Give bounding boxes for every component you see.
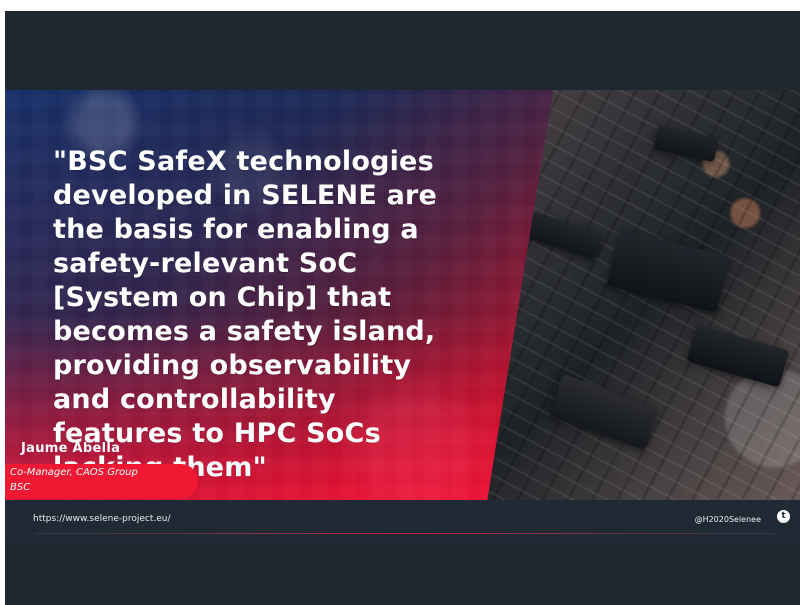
quote-slide: "BSC SafeX technologies developed in SEL… [5, 90, 800, 500]
circuit-chip [653, 125, 719, 163]
speaker-role-badge: Co-Manager, CAOS Group BSC [5, 464, 198, 498]
speaker-name: Jaume Abella [21, 441, 121, 456]
circuit-chip [606, 229, 731, 313]
slide-footer: https://www.selene-project.eu/ @H2020Sel… [5, 500, 800, 542]
circuit-chip [524, 211, 604, 260]
media-frame: "BSC SafeX technologies developed in SEL… [5, 11, 800, 605]
footer-divider [35, 533, 775, 534]
circuit-chip [548, 373, 660, 451]
circuit-chip [686, 324, 790, 388]
quote-text: "BSC SafeX technologies developed in SEL… [53, 146, 438, 483]
website-link[interactable]: https://www.selene-project.eu/ [33, 514, 171, 524]
speaker-role-line: Co-Manager, CAOS Group [10, 467, 138, 478]
speaker-role-line: BSC [10, 482, 31, 493]
twitter-icon[interactable]: t [777, 510, 790, 523]
twitter-handle[interactable]: @H2020Selenee [695, 515, 761, 524]
